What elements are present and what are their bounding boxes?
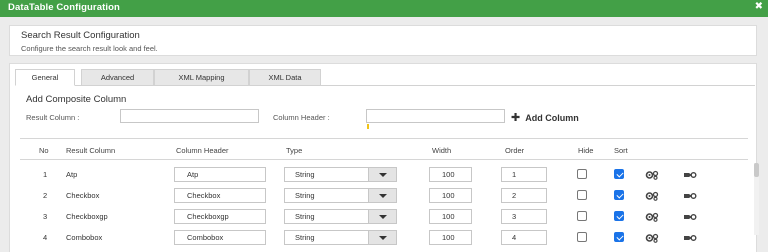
type-select[interactable]: String	[284, 230, 397, 245]
type-select[interactable]: String	[284, 188, 397, 203]
width-field[interactable]: 100	[429, 209, 472, 224]
tag-gear-icon[interactable]	[683, 212, 697, 222]
chevron-down-icon[interactable]	[368, 231, 396, 244]
col-header-sort: Sort	[614, 146, 628, 155]
width-field[interactable]: 100	[429, 188, 472, 203]
sort-checkbox[interactable]	[614, 169, 624, 179]
row-number: 1	[43, 170, 48, 179]
tab-general[interactable]: General	[15, 69, 75, 86]
column-header-field[interactable]: Atp	[174, 167, 266, 182]
type-select-value: String	[295, 170, 315, 179]
gears-icon[interactable]	[645, 233, 659, 243]
result-column-cell: Checkbox	[66, 191, 100, 200]
width-field[interactable]: 100	[429, 167, 472, 182]
sort-checkbox[interactable]	[614, 190, 624, 200]
add-column-label: Add Column	[525, 113, 579, 123]
type-select-value: String	[295, 233, 315, 242]
width-field[interactable]: 100	[429, 230, 472, 245]
order-field[interactable]: 3	[501, 209, 547, 224]
order-field[interactable]: 2	[501, 188, 547, 203]
table-row: 4 Combobox Combobox String 100 4	[0, 229, 768, 249]
col-header-result: Result Column	[66, 146, 116, 155]
order-field[interactable]: 4	[501, 230, 547, 245]
tag-gear-icon[interactable]	[683, 191, 697, 201]
tag-gear-icon[interactable]	[683, 233, 697, 243]
col-header-width: Width	[432, 146, 452, 155]
result-column-cell: Checkboxgp	[66, 212, 108, 221]
result-column-label: Result Column :	[26, 113, 80, 122]
column-header-field[interactable]: Combobox	[174, 230, 266, 245]
col-header-no: No	[39, 146, 49, 155]
column-header-input[interactable]	[366, 109, 505, 123]
row-number: 4	[43, 233, 48, 242]
gears-icon[interactable]	[645, 170, 659, 180]
column-header-field[interactable]: Checkboxgp	[174, 209, 266, 224]
window-title: DataTable Configuration	[8, 2, 120, 13]
col-header-column-header: Column Header	[176, 146, 229, 155]
result-column-cell: Atp	[66, 170, 78, 179]
gears-icon[interactable]	[645, 191, 659, 201]
type-select-value: String	[295, 212, 315, 221]
column-header-field[interactable]: Checkbox	[174, 188, 266, 203]
plus-icon: ✚	[511, 112, 521, 124]
col-header-order: Order	[505, 146, 525, 155]
table-row: 3 Checkboxgp Checkboxgp String 100 3	[0, 208, 768, 228]
composite-heading: Add Composite Column	[26, 94, 127, 105]
hide-checkbox[interactable]	[577, 169, 587, 179]
panel-subheading: Configure the search result look and fee…	[21, 44, 158, 53]
column-header-label: Column Header :	[273, 113, 330, 122]
add-column-button[interactable]: ✚ Add Column	[511, 111, 579, 124]
hide-checkbox[interactable]	[577, 232, 587, 242]
sort-checkbox[interactable]	[614, 232, 624, 242]
tab-advanced[interactable]: Advanced	[81, 69, 154, 86]
result-column-input[interactable]	[120, 109, 259, 123]
tab-xml-data[interactable]: XML Data	[249, 69, 321, 86]
col-header-hide: Hide	[578, 146, 594, 155]
order-field[interactable]: 1	[501, 167, 547, 182]
table-scrollbar[interactable]	[754, 163, 759, 235]
row-number: 3	[43, 212, 48, 221]
hide-checkbox[interactable]	[577, 190, 587, 200]
type-select[interactable]: String	[284, 167, 397, 182]
table-top-divider	[20, 138, 748, 139]
result-column-cell: Combobox	[66, 233, 103, 242]
table-row: 1 Atp Atp String 100 1	[0, 166, 768, 186]
chevron-down-icon[interactable]	[368, 168, 396, 181]
tag-gear-icon[interactable]	[683, 170, 697, 180]
hide-checkbox[interactable]	[577, 211, 587, 221]
col-header-type: Type	[286, 146, 303, 155]
scrollbar-thumb[interactable]	[754, 163, 759, 177]
close-icon[interactable]: ✖	[755, 1, 763, 12]
panel-heading: Search Result Configuration	[21, 30, 140, 41]
gears-icon[interactable]	[645, 212, 659, 222]
chevron-down-icon[interactable]	[368, 189, 396, 202]
row-number: 2	[43, 191, 48, 200]
window-titlebar: DataTable Configuration ✖	[0, 0, 768, 17]
search-config-panel: Search Result Configuration Configure th…	[9, 25, 757, 56]
sort-checkbox[interactable]	[614, 211, 624, 221]
table-header-divider	[20, 159, 748, 160]
type-select-value: String	[295, 191, 315, 200]
type-select[interactable]: String	[284, 209, 397, 224]
text-cursor	[367, 124, 369, 129]
table-row: 2 Checkbox Checkbox String 100 2	[0, 187, 768, 207]
tab-xml-mapping[interactable]: XML Mapping	[154, 69, 249, 86]
chevron-down-icon[interactable]	[368, 210, 396, 223]
